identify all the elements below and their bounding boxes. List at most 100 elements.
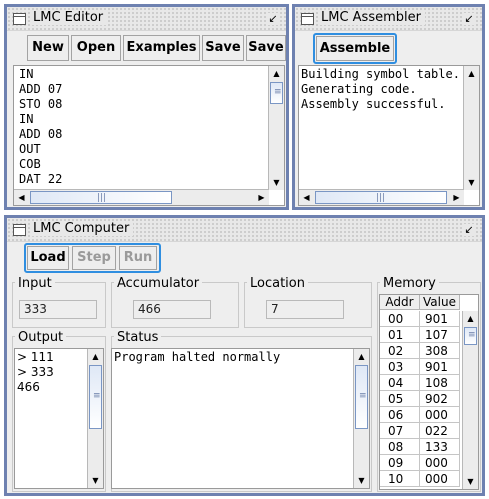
- memory-header-value[interactable]: Value: [420, 295, 460, 310]
- open-button[interactable]: Open: [71, 35, 121, 61]
- arrow-right-icon[interactable]: ▶: [254, 190, 269, 205]
- arrow-up-icon[interactable]: ▲: [88, 349, 103, 364]
- table-row[interactable]: 01 107: [380, 327, 460, 343]
- accumulator-field: 466: [133, 300, 211, 319]
- memory-vertical-scrollbar[interactable]: ▲ ≡ ▼: [462, 311, 478, 489]
- step-button[interactable]: Step: [72, 246, 116, 270]
- table-row[interactable]: 00 901: [380, 311, 460, 327]
- arrow-up-icon[interactable]: ▲: [354, 349, 369, 364]
- memory-addr-cell: 09: [380, 455, 420, 471]
- text-line: COB: [19, 157, 41, 171]
- table-row[interactable]: 04 108: [380, 375, 460, 391]
- new-button[interactable]: New: [27, 35, 69, 61]
- save-button[interactable]: Save: [202, 35, 244, 61]
- grip-icon: ≡: [93, 391, 101, 401]
- memory-value-cell: 000: [420, 455, 460, 471]
- status-area: Program halted normally ▲ ≡ ▼: [111, 348, 370, 489]
- table-row[interactable]: 08 133: [380, 439, 460, 455]
- memory-vscroll-thumb[interactable]: ≡: [464, 327, 477, 345]
- status-text: Program halted normally: [114, 350, 281, 364]
- text-line: ADD 07: [19, 82, 63, 96]
- arrow-down-icon[interactable]: ▼: [269, 175, 284, 190]
- memory-value-cell: 901: [420, 359, 460, 375]
- memory-addr-cell: 00: [380, 311, 420, 327]
- assembler-hscroll-thumb[interactable]: |||: [315, 191, 447, 204]
- memory-value-cell: 000: [420, 407, 460, 423]
- editor-vscroll-thumb[interactable]: ≡: [270, 82, 283, 104]
- arrow-up-icon[interactable]: ▲: [464, 66, 479, 81]
- assemble-button[interactable]: Assemble: [316, 36, 394, 61]
- arrow-left-icon[interactable]: ◀: [299, 190, 314, 205]
- arrow-down-icon[interactable]: ▼: [464, 175, 479, 190]
- status-label: Status: [114, 330, 162, 345]
- grip-icon: ≡: [468, 330, 476, 340]
- table-row[interactable]: 09 000: [380, 455, 460, 471]
- assembler-title: LMC Assembler: [320, 10, 425, 25]
- memory-value-cell: 902: [420, 391, 460, 407]
- status-vscroll-thumb[interactable]: ≡: [355, 365, 368, 429]
- text-line: IN: [19, 112, 34, 126]
- computer-window: LMC Computer ↙ Load Step Run Input 333 A…: [4, 215, 485, 496]
- arrow-up-icon[interactable]: ▲: [463, 311, 478, 326]
- table-row[interactable]: 03 901: [380, 359, 460, 375]
- editor-code-lines[interactable]: IN ADD 07 STO 08 IN ADD 08 OUT COB DAT 22: [19, 67, 62, 187]
- editor-hscroll-thumb[interactable]: |||: [30, 191, 172, 204]
- table-row[interactable]: 07 022: [380, 423, 460, 439]
- assembler-horizontal-scrollbar[interactable]: ◀ ||| ▶: [299, 189, 464, 205]
- location-label: Location: [247, 276, 308, 291]
- memory-header-addr[interactable]: Addr: [380, 295, 420, 310]
- window-icon: [301, 13, 314, 25]
- editor-vertical-scrollbar[interactable]: ▲ ≡ ▼: [268, 66, 284, 190]
- arrow-right-icon[interactable]: ▶: [449, 190, 464, 205]
- table-row[interactable]: 02 308: [380, 343, 460, 359]
- grip-icon: |||: [97, 193, 107, 203]
- memory-addr-cell: 06: [380, 407, 420, 423]
- accumulator-label: Accumulator: [114, 276, 203, 291]
- assembler-titlebar[interactable]: LMC Assembler ↙: [295, 7, 482, 31]
- memory-value-cell: 107: [420, 327, 460, 343]
- examples-button[interactable]: Examples: [123, 35, 200, 61]
- save-as-button[interactable]: Save: [246, 35, 286, 61]
- editor-horizontal-scrollbar[interactable]: ◀ ||| ▶: [14, 189, 269, 205]
- text-line: STO 08: [19, 97, 63, 111]
- editor-code-area[interactable]: IN ADD 07 STO 08 IN ADD 08 OUT COB DAT 22 ▲ ≡ ▼…: [13, 65, 285, 206]
- input-field[interactable]: 333: [19, 300, 97, 319]
- editor-titlebar[interactable]: LMC Editor ↙: [7, 7, 286, 31]
- output-label: Output: [15, 330, 67, 345]
- output-vscroll-thumb[interactable]: ≡: [89, 365, 102, 429]
- arrow-down-icon[interactable]: ▼: [88, 473, 103, 488]
- output-area: > 111 > 333 466 ▲ ≡ ▼: [14, 348, 104, 489]
- table-row[interactable]: 05 902: [380, 391, 460, 407]
- assembler-log-lines: Building symbol table. Generating code. As…: [301, 67, 460, 112]
- text-line: 466: [17, 380, 40, 394]
- memory-addr-cell: 04: [380, 375, 420, 391]
- status-vertical-scrollbar[interactable]: ▲ ≡ ▼: [353, 349, 369, 488]
- table-row[interactable]: 10 000: [380, 471, 460, 487]
- editor-title: LMC Editor: [32, 10, 108, 25]
- text-line: Assembly successful.: [301, 97, 446, 111]
- memory-addr-cell: 08: [380, 439, 420, 455]
- memory-addr-cell: 10: [380, 471, 420, 487]
- table-row[interactable]: 06 000: [380, 407, 460, 423]
- output-vertical-scrollbar[interactable]: ▲ ≡ ▼: [87, 349, 103, 488]
- text-line: OUT: [19, 142, 41, 156]
- minimize-icon[interactable]: ↙: [462, 13, 476, 25]
- editor-window: LMC Editor ↙ New Open Examples Save Save…: [4, 4, 289, 210]
- output-lines: > 111 > 333 466: [17, 350, 54, 395]
- memory-value-cell: 308: [420, 343, 460, 359]
- load-button[interactable]: Load: [27, 246, 69, 270]
- arrow-left-icon[interactable]: ◀: [14, 190, 29, 205]
- run-button[interactable]: Run: [119, 246, 157, 270]
- assembler-vertical-scrollbar[interactable]: ▲ ▼: [463, 66, 479, 190]
- memory-addr-cell: 02: [380, 343, 420, 359]
- minimize-icon[interactable]: ↙: [266, 13, 280, 25]
- memory-label: Memory: [380, 276, 439, 291]
- minimize-icon[interactable]: ↙: [462, 224, 476, 236]
- grip-icon: ≡: [274, 87, 282, 97]
- computer-titlebar[interactable]: LMC Computer ↙: [7, 218, 482, 242]
- memory-value-cell: 108: [420, 375, 460, 391]
- arrow-down-icon[interactable]: ▼: [463, 474, 478, 489]
- arrow-up-icon[interactable]: ▲: [269, 66, 284, 81]
- arrow-down-icon[interactable]: ▼: [354, 473, 369, 488]
- input-label: Input: [15, 276, 55, 291]
